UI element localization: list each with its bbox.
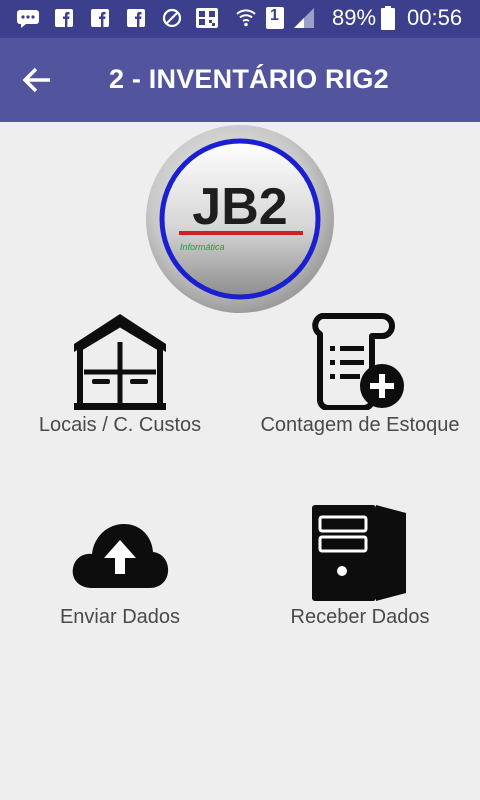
message-icon [17,10,39,28]
status-bar: 1 89% 00:56 [0,0,480,38]
battery-icon [381,6,395,30]
do-not-disturb-icon [162,8,182,28]
logo-text: JB2 [192,178,287,236]
menu-item-label: Receber Dados [290,606,430,628]
wifi-icon [236,9,256,27]
page-title: 2 - INVENTÁRIO RIG2 [109,64,389,94]
menu-item-label: Enviar Dados [59,606,181,628]
facebook-icon [55,9,73,27]
menu-item-label: Locais / C. Custos [38,414,202,436]
signal-icon [294,8,314,28]
back-button[interactable] [20,64,56,96]
cloud-upload-icon [72,524,169,588]
sim-number: 1 [270,7,279,24]
menu-item-receber-dados[interactable]: Receber Dados [260,505,460,640]
battery-percent: 89% [332,5,377,30]
clock: 00:56 [407,5,463,30]
menu-item-enviar-dados[interactable]: Enviar Dados [20,510,220,640]
facebook-icon [91,9,109,27]
qr-code-icon [196,8,218,28]
stock-count-icon [312,313,404,410]
logo-subtext: Informática [180,242,225,252]
facebook-icon [127,9,145,27]
menu-item-contagem[interactable]: Contagem de Estoque [250,310,470,450]
menu-item-label: Contagem de Estoque [260,414,460,436]
arrow-back-icon [22,67,50,93]
company-logo: JB2 Informática [146,125,334,313]
menu-item-locais[interactable]: Locais / C. Custos [20,310,220,450]
warehouse-icon [74,314,166,410]
computer-tower-icon [312,505,406,601]
app-bar: 2 - INVENTÁRIO RIG2 [0,38,480,122]
